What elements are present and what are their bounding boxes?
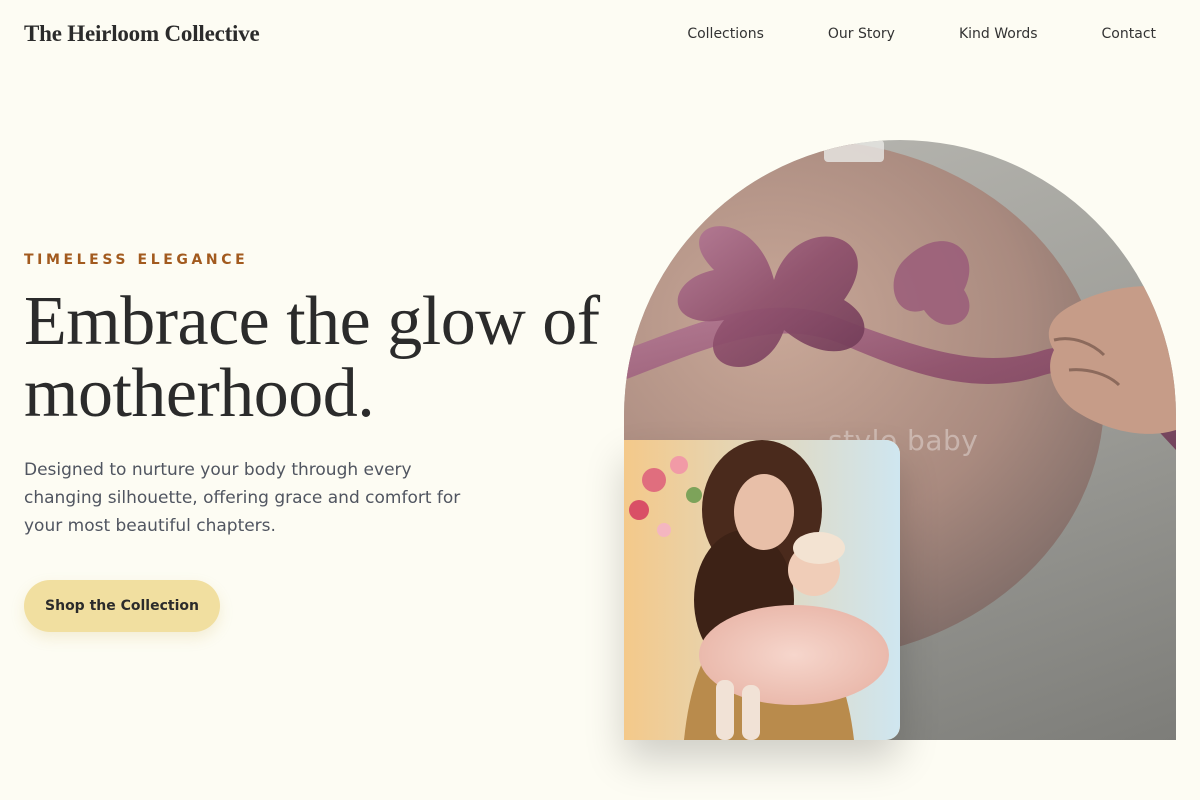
shop-collection-button[interactable]: Shop the Collection bbox=[24, 580, 220, 632]
hero-eyebrow: TIMELESS ELEGANCE bbox=[24, 252, 249, 268]
nav-collections[interactable]: Collections bbox=[687, 26, 764, 42]
nav-our-story[interactable]: Our Story bbox=[828, 26, 895, 42]
site-header: The Heirloom Collective Collections Our … bbox=[0, 0, 1200, 68]
mother-baby-illustration bbox=[624, 440, 900, 740]
hero-headline: Embrace the glow of motherhood. bbox=[24, 283, 600, 432]
inset-mother-baby-photo bbox=[624, 440, 900, 740]
main-nav: Collections Our Story Kind Words Contact bbox=[623, 26, 1156, 42]
nav-contact[interactable]: Contact bbox=[1102, 26, 1156, 42]
hero-description: Designed to nurture your body through ev… bbox=[24, 460, 461, 536]
nav-kind-words[interactable]: Kind Words bbox=[959, 26, 1038, 42]
brand-logo[interactable]: The Heirloom Collective bbox=[24, 21, 260, 47]
